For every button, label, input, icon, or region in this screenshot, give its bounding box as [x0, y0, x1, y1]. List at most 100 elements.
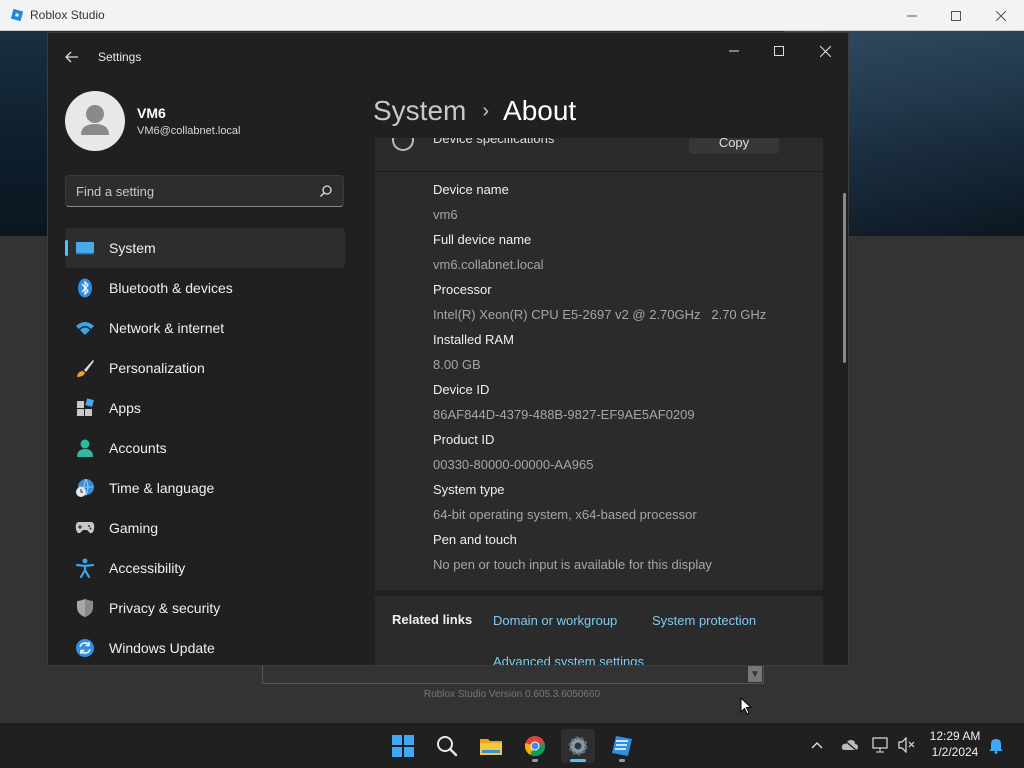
- tray-overflow-button[interactable]: [807, 735, 827, 755]
- device-specs-title: Device specifications: [433, 138, 555, 146]
- roblox-close-button[interactable]: [978, 0, 1024, 31]
- running-indicator: [570, 759, 586, 762]
- roblox-studio-icon: [612, 736, 632, 756]
- dropdown-arrow-icon[interactable]: ▼: [748, 666, 762, 682]
- taskbar-file-explorer[interactable]: [474, 729, 508, 763]
- sidebar-item-gaming[interactable]: Gaming: [65, 508, 345, 548]
- tray-network[interactable]: [871, 735, 891, 755]
- sidebar-nav: System Bluetooth & devices Network & int…: [65, 228, 345, 665]
- chevron-right-icon: ›: [482, 99, 490, 122]
- about-content: Device specifications Copy ^ Device name…: [375, 138, 825, 665]
- settings-close-button[interactable]: [802, 37, 848, 65]
- spec-label: Full device name: [433, 232, 532, 247]
- close-icon: [819, 45, 831, 57]
- sidebar-item-privacy-security[interactable]: Privacy & security: [65, 588, 345, 628]
- tray-onedrive[interactable]: [840, 735, 860, 755]
- running-indicator: [619, 759, 625, 762]
- minimize-icon: [729, 50, 739, 52]
- info-icon: [392, 138, 414, 151]
- sidebar-item-label: Gaming: [109, 520, 159, 536]
- roblox-dropdown[interactable]: [262, 664, 764, 684]
- bell-icon: [989, 739, 1003, 754]
- device-specs-header[interactable]: Device specifications Copy ^: [375, 138, 823, 172]
- network-icon: [75, 318, 95, 338]
- link-system-protection[interactable]: System protection: [652, 613, 756, 628]
- roblox-maximize-button[interactable]: [933, 0, 979, 31]
- taskbar-roblox-studio[interactable]: [605, 729, 639, 763]
- content-scrollbar[interactable]: [843, 193, 846, 363]
- breadcrumb: System › About: [373, 91, 576, 131]
- spec-value: 00330-80000-00000-AA965: [433, 457, 594, 472]
- page-title: About: [503, 95, 577, 126]
- folder-icon: [480, 739, 502, 755]
- link-domain-workgroup[interactable]: Domain or workgroup: [493, 613, 617, 628]
- settings-window: Settings VM6 VM6@collabnet.local Find a …: [47, 32, 849, 666]
- taskbar-clock-time[interactable]: 12:29 AM: [920, 729, 990, 743]
- roblox-titlebar: Roblox Studio: [0, 0, 1024, 31]
- chevron-up-icon[interactable]: ^: [793, 138, 798, 143]
- settings-minimize-button[interactable]: [711, 37, 757, 65]
- windows-logo-icon: [392, 735, 414, 757]
- sidebar-item-label: Windows Update: [109, 640, 215, 656]
- spec-value: No pen or touch input is available for t…: [433, 557, 712, 572]
- taskbar-search-button[interactable]: [430, 729, 464, 763]
- start-button[interactable]: [386, 729, 420, 763]
- search-input[interactable]: Find a setting: [65, 175, 344, 207]
- sidebar-item-apps[interactable]: Apps: [65, 388, 345, 428]
- taskbar-chrome[interactable]: [518, 729, 552, 763]
- gamepad-icon: [75, 518, 95, 538]
- settings-maximize-button[interactable]: [756, 37, 802, 65]
- cloud-off-icon: [841, 738, 858, 752]
- device-specs-body: Device name vm6 Full device name vm6.col…: [375, 172, 823, 590]
- system-icon: [75, 238, 95, 258]
- roblox-version-text: Roblox Studio Version 0.605.3.6050660: [423, 689, 601, 700]
- user-avatar-icon: [81, 105, 109, 135]
- roblox-logo-icon: [10, 8, 24, 22]
- sidebar-item-windows-update[interactable]: Windows Update: [65, 628, 345, 665]
- spec-label: Device name: [433, 182, 509, 197]
- close-icon: [996, 10, 1006, 21]
- avatar[interactable]: [65, 91, 125, 151]
- sidebar-item-accessibility[interactable]: Accessibility: [65, 548, 345, 588]
- spec-value: 8.00 GB: [433, 357, 481, 372]
- spec-value: vm6.collabnet.local: [433, 257, 544, 272]
- sidebar-item-time-language[interactable]: Time & language: [65, 468, 345, 508]
- copy-button[interactable]: Copy: [689, 138, 779, 154]
- sidebar-item-label: Privacy & security: [109, 600, 221, 616]
- spec-label: Device ID: [433, 382, 490, 397]
- update-icon: [75, 638, 95, 658]
- link-advanced-system-settings[interactable]: Advanced system settings: [493, 654, 644, 665]
- tray-volume[interactable]: [897, 735, 917, 755]
- settings-app-title: Settings: [98, 50, 142, 64]
- volume-muted-icon: [898, 737, 915, 753]
- taskbar: [0, 722, 1024, 768]
- sidebar-item-personalization[interactable]: Personalization: [65, 348, 345, 388]
- spec-value: vm6: [433, 207, 458, 222]
- minimize-icon: [907, 15, 917, 16]
- taskbar-clock-date[interactable]: 1/2/2024: [920, 745, 990, 759]
- spec-label: Installed RAM: [433, 332, 514, 347]
- sidebar-item-bluetooth[interactable]: Bluetooth & devices: [65, 268, 345, 308]
- sidebar-item-label: Accessibility: [109, 560, 186, 576]
- accessibility-icon: [75, 558, 95, 578]
- brush-icon: [75, 358, 95, 378]
- globe-clock-icon: [75, 478, 95, 498]
- sidebar-item-label: Network & internet: [109, 320, 225, 336]
- profile-name: VM6: [137, 105, 166, 121]
- search-icon: [437, 736, 458, 757]
- sidebar-item-network[interactable]: Network & internet: [65, 308, 345, 348]
- roblox-minimize-button[interactable]: [889, 0, 935, 31]
- spec-label: Product ID: [433, 432, 495, 447]
- sidebar-item-label: Bluetooth & devices: [109, 280, 233, 296]
- spec-value: 86AF844D-4379-488B-9827-EF9AE5AF0209: [433, 407, 695, 422]
- roblox-window-title: Roblox Studio: [30, 8, 105, 22]
- sidebar-item-accounts[interactable]: Accounts: [65, 428, 345, 468]
- search-placeholder: Find a setting: [76, 184, 155, 199]
- search-icon: [320, 185, 332, 197]
- chrome-icon: [524, 736, 546, 757]
- breadcrumb-parent[interactable]: System: [373, 95, 466, 127]
- sidebar-item-system[interactable]: System: [65, 228, 345, 268]
- sidebar-item-label: Time & language: [109, 480, 215, 496]
- back-button[interactable]: [60, 45, 84, 69]
- taskbar-settings[interactable]: [561, 729, 595, 763]
